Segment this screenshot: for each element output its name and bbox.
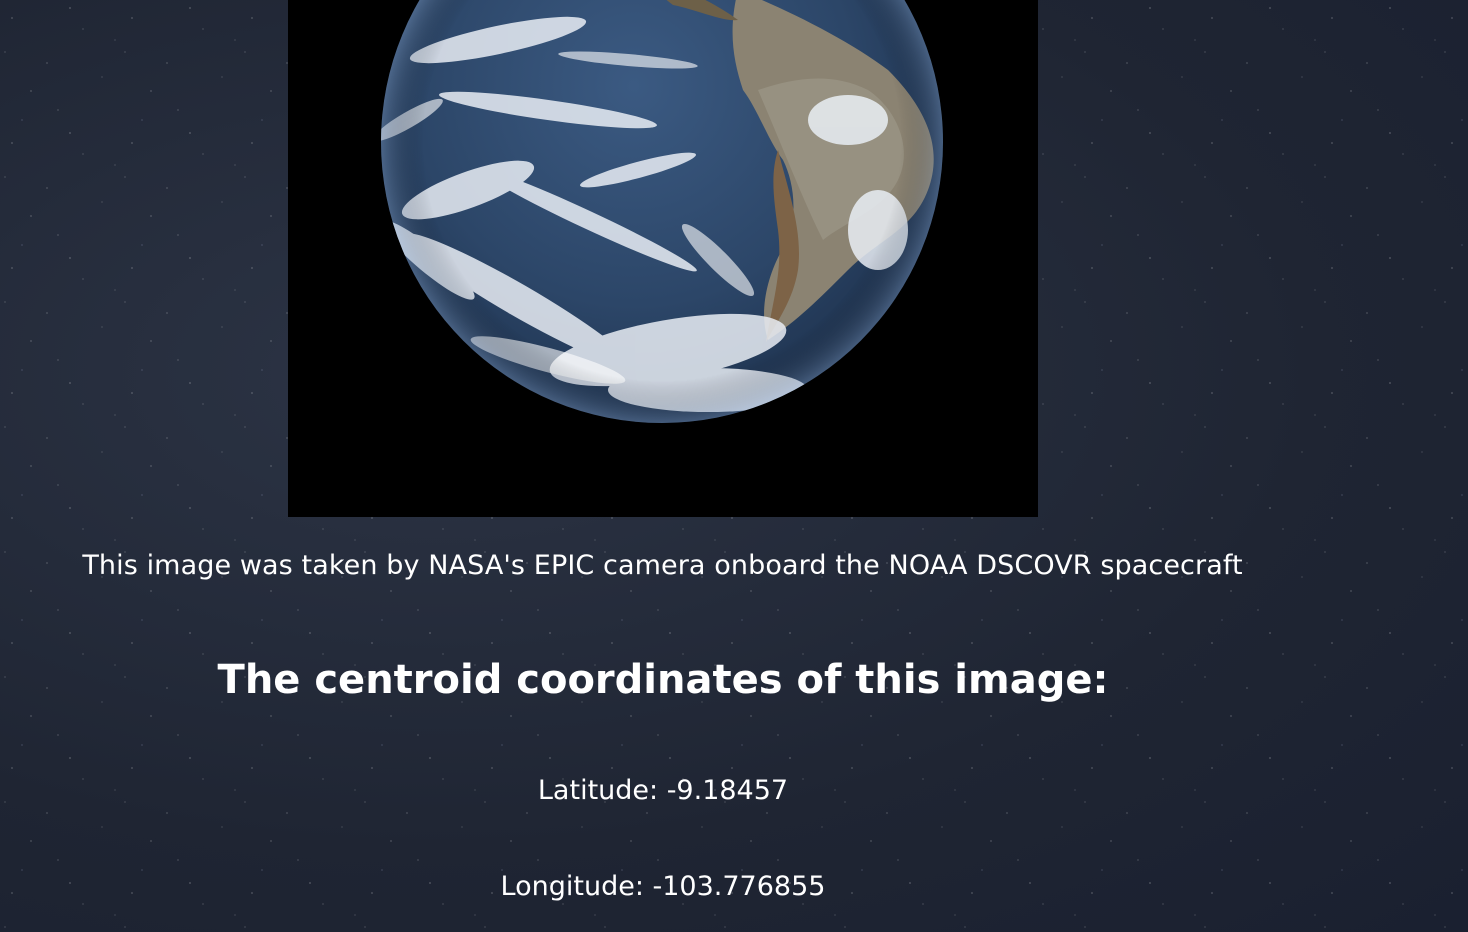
image-caption: This image was taken by NASA's EPIC came… <box>82 550 1243 581</box>
page: { "image": { "subject": "earth-globe-ima… <box>0 0 1468 932</box>
earth-globe-graphic <box>381 0 943 423</box>
latitude-value: Latitude: -9.18457 <box>537 775 789 806</box>
earth-image <box>288 0 1038 517</box>
coordinates-heading: The centroid coordinates of this image: <box>217 657 1109 703</box>
longitude-value: Longitude: -103.776855 <box>500 871 826 902</box>
